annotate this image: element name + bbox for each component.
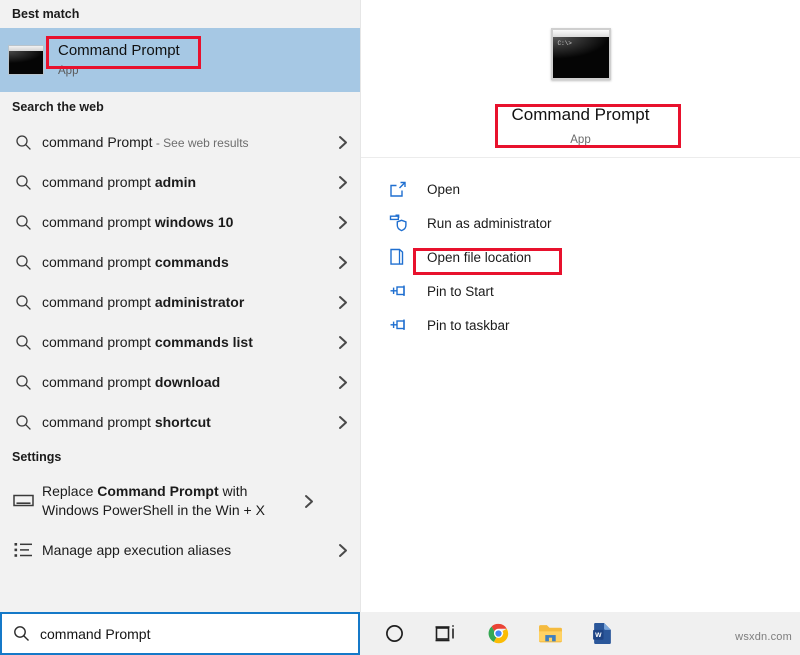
chevron-right-icon[interactable]: [326, 295, 360, 310]
chevron-right-icon[interactable]: [326, 415, 360, 430]
search-the-web-header: Search the web: [12, 100, 104, 114]
display-icon: [8, 490, 38, 512]
settings-list: Replace Command Prompt with Windows Power…: [0, 472, 360, 570]
web-result-label: command prompt shortcut: [42, 413, 211, 430]
app-title: Command Prompt: [511, 105, 650, 124]
web-results-list: command Prompt - See web results command …: [0, 122, 360, 442]
pin-icon: [389, 283, 423, 299]
chrome-icon[interactable]: [472, 612, 524, 655]
search-icon: [8, 411, 38, 433]
app-action-label: Pin to taskbar: [427, 317, 510, 333]
settings-item[interactable]: Manage app execution aliases: [0, 530, 360, 570]
best-match-result[interactable]: Command Prompt App: [0, 28, 360, 92]
web-result-label: command prompt admin: [42, 173, 197, 190]
settings-item-label: Manage app execution aliases: [42, 541, 232, 558]
web-result-item[interactable]: command prompt shortcut: [0, 402, 360, 442]
chevron-right-icon[interactable]: [326, 375, 360, 390]
search-icon: [8, 331, 38, 353]
header-divider: [361, 157, 800, 158]
chevron-right-icon[interactable]: [292, 494, 326, 509]
app-action-pin-to-taskbar[interactable]: Pin to taskbar: [361, 308, 800, 342]
settings-item[interactable]: Replace Command Prompt with Windows Power…: [0, 472, 360, 530]
best-match-title: Command Prompt: [58, 41, 180, 59]
app-actions-list: Open Run as administrator Open file locati…: [361, 158, 800, 342]
app-subtitle: App: [570, 134, 591, 146]
settings-header: Settings: [12, 450, 62, 464]
settings-item-label: Replace Command Prompt with Windows Power…: [42, 483, 265, 518]
app-action-run-as-administrator[interactable]: Run as administrator: [361, 206, 800, 240]
web-result-item[interactable]: command prompt admin: [0, 162, 360, 202]
search-icon: [8, 171, 38, 193]
chevron-right-icon[interactable]: [326, 335, 360, 350]
search-icon: [8, 211, 38, 233]
chevron-right-icon[interactable]: [326, 255, 360, 270]
search-icon: [8, 371, 38, 393]
web-result-label: command Prompt - See web results: [42, 133, 249, 150]
app-detail-panel: C:\> Command Prompt App Open Run as admin…: [361, 0, 800, 612]
app-action-label: Pin to Start: [427, 283, 494, 299]
command-prompt-icon: C:\>: [550, 28, 611, 80]
chevron-right-icon[interactable]: [326, 543, 360, 558]
search-input-value[interactable]: command Prompt: [40, 626, 150, 642]
best-match-subtitle: App: [58, 64, 79, 77]
app-action-label: Open file location: [427, 249, 532, 265]
cortana-icon[interactable]: [368, 612, 420, 655]
web-result-label: command prompt windows 10: [42, 213, 234, 230]
word-icon[interactable]: W: [576, 612, 628, 655]
web-result-item[interactable]: command prompt windows 10: [0, 202, 360, 242]
web-result-label: command prompt commands: [42, 253, 229, 270]
web-result-item[interactable]: command prompt commands: [0, 242, 360, 282]
search-icon: [8, 131, 38, 153]
list-icon: [8, 539, 38, 561]
web-result-item[interactable]: command prompt administrator: [0, 282, 360, 322]
task-view-icon[interactable]: [420, 612, 472, 655]
chevron-right-icon[interactable]: [326, 175, 360, 190]
taskbar: command Prompt W wsxdn.com: [0, 612, 800, 655]
search-input[interactable]: command Prompt: [0, 612, 360, 655]
web-result-label: command prompt administrator: [42, 293, 245, 310]
web-result-item[interactable]: command prompt commands list: [0, 322, 360, 362]
app-action-label: Run as administrator: [427, 215, 552, 231]
taskbar-buttons: W: [368, 612, 628, 655]
command-prompt-icon: [8, 45, 44, 75]
shield-icon: [389, 214, 423, 232]
search-results-panel: Best match Command Prompt App Search the…: [0, 0, 360, 612]
search-icon: [8, 251, 38, 273]
pin-icon: [389, 317, 423, 333]
app-header: C:\> Command Prompt App: [361, 0, 800, 158]
app-action-open[interactable]: Open: [361, 172, 800, 206]
folder-open-icon: [389, 248, 423, 266]
chevron-right-icon[interactable]: [326, 215, 360, 230]
app-action-pin-to-start[interactable]: Pin to Start: [361, 274, 800, 308]
chevron-right-icon[interactable]: [326, 135, 360, 150]
web-result-item[interactable]: command prompt download: [0, 362, 360, 402]
app-action-label: Open: [427, 181, 461, 197]
web-result-label: command prompt commands list: [42, 333, 253, 350]
file-explorer-icon[interactable]: [524, 612, 576, 655]
app-action-open-file-location[interactable]: Open file location: [361, 240, 800, 274]
watermark: wsxdn.com: [735, 631, 792, 643]
search-icon: [8, 291, 38, 313]
best-match-header: Best match: [12, 7, 80, 21]
prompt-glyph: C:\>: [557, 40, 572, 47]
web-result-item[interactable]: command Prompt - See web results: [0, 122, 360, 162]
open-external-icon: [389, 181, 423, 198]
web-result-label: command prompt download: [42, 373, 221, 390]
search-icon: [2, 625, 40, 642]
svg-text:W: W: [595, 632, 602, 639]
windows-search-screen: Best match Command Prompt App Search the…: [0, 0, 800, 655]
